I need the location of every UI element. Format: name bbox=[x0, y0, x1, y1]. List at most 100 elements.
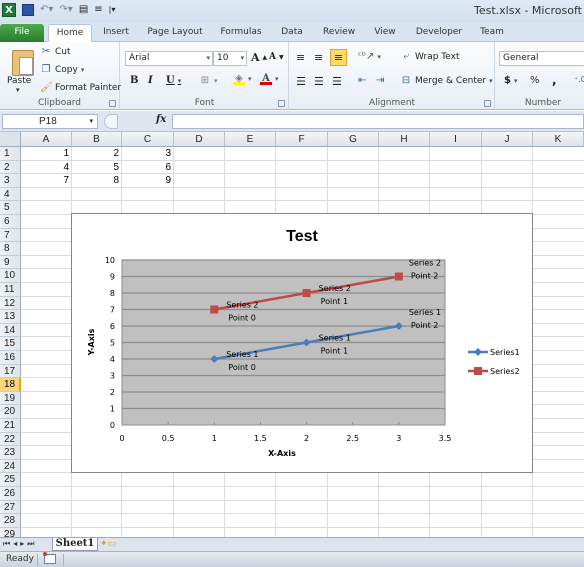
cell-a3[interactable]: 7 bbox=[21, 174, 72, 188]
fill-color-button[interactable]: ◈ ▾ bbox=[233, 73, 252, 85]
comma-button[interactable]: , bbox=[552, 73, 557, 87]
row-header-3[interactable]: 3 bbox=[0, 174, 21, 188]
sheet-tab-sheet1[interactable]: Sheet1 bbox=[52, 538, 98, 551]
formula-input[interactable] bbox=[172, 114, 584, 129]
insert-function-icon[interactable]: fx bbox=[156, 114, 166, 125]
align-center-button[interactable]: ☰ bbox=[314, 75, 324, 88]
italic-button[interactable]: I bbox=[148, 75, 153, 86]
font-size-combo[interactable]: 10 ▾ bbox=[213, 51, 247, 66]
decrease-indent-button[interactable]: ⇤ bbox=[358, 75, 366, 86]
align-lines-icon[interactable]: ≡ bbox=[94, 3, 102, 17]
align-middle-button[interactable]: ≡ bbox=[314, 51, 323, 64]
macro-record-icon[interactable] bbox=[43, 552, 56, 564]
align-left-button[interactable]: ☰ bbox=[296, 75, 306, 88]
column-header-i[interactable]: I bbox=[430, 132, 482, 147]
cell-b2[interactable]: 5 bbox=[72, 161, 122, 175]
tab-file[interactable]: File bbox=[0, 24, 44, 42]
undo-icon[interactable]: ↶▾ bbox=[40, 3, 53, 17]
column-header-a[interactable]: A bbox=[21, 132, 72, 147]
copy-button[interactable]: ❐ Copy ▾ bbox=[40, 64, 85, 76]
increase-indent-button[interactable]: ⇥ bbox=[376, 75, 384, 86]
format-painter-button[interactable]: 🖌 Format Painter bbox=[40, 82, 121, 94]
font-color-button[interactable]: A ▾ bbox=[260, 73, 279, 85]
tab-view[interactable]: View bbox=[368, 24, 402, 42]
row-header-5[interactable]: 5 bbox=[0, 201, 21, 215]
row-header-10[interactable]: 10 bbox=[0, 269, 21, 283]
font-name-combo[interactable]: Arial ▾ bbox=[125, 51, 213, 66]
first-sheet-icon[interactable]: ⏮ bbox=[3, 539, 13, 548]
save-icon[interactable] bbox=[22, 4, 34, 16]
align-right-button[interactable]: ☰ bbox=[332, 75, 342, 88]
row-header-4[interactable]: 4 bbox=[0, 187, 21, 202]
merge-center-button[interactable]: ⊟ Merge & Center ▾ bbox=[400, 75, 493, 87]
row-header-22[interactable]: 22 bbox=[0, 432, 21, 447]
row-header-1[interactable]: 1 bbox=[0, 147, 21, 161]
row-header-17[interactable]: 17 bbox=[0, 364, 21, 379]
percent-button[interactable]: % bbox=[530, 75, 540, 86]
shrink-font-button[interactable]: A ▼ bbox=[269, 52, 284, 62]
sheet-nav-buttons[interactable]: ⏮◂▸⏭ bbox=[3, 539, 37, 549]
cell-a1[interactable]: 1 bbox=[21, 147, 72, 161]
row-header-29[interactable]: 29 bbox=[0, 527, 21, 537]
currency-button[interactable]: $ ▾ bbox=[504, 75, 517, 86]
row-header-26[interactable]: 26 bbox=[0, 487, 21, 501]
number-format-combo[interactable]: General bbox=[499, 51, 584, 66]
customize-qat-icon[interactable]: |▾ bbox=[109, 3, 116, 17]
column-header-j[interactable]: J bbox=[482, 132, 533, 147]
align-bottom-button[interactable]: ≡ bbox=[330, 49, 347, 66]
row-header-11[interactable]: 11 bbox=[0, 283, 21, 297]
row-header-14[interactable]: 14 bbox=[0, 323, 21, 338]
font-dialog-launcher[interactable] bbox=[278, 100, 285, 107]
row-header-2[interactable]: 2 bbox=[0, 160, 21, 175]
bold-button[interactable]: B bbox=[130, 75, 138, 86]
cell-a2[interactable]: 4 bbox=[21, 161, 72, 175]
grow-font-button[interactable]: A ▲ bbox=[251, 51, 267, 64]
underline-button[interactable]: U ▾ bbox=[166, 75, 181, 86]
redo-icon[interactable]: ↷▾ bbox=[59, 3, 72, 17]
column-header-e[interactable]: E bbox=[225, 132, 276, 147]
column-header-d[interactable]: D bbox=[174, 132, 225, 147]
tab-home[interactable]: Home bbox=[48, 24, 92, 43]
row-header-28[interactable]: 28 bbox=[0, 514, 21, 528]
column-header-f[interactable]: F bbox=[276, 132, 328, 147]
chart[interactable]: Test 0 1 2 3 4 5 6 7 8 9 10 0 0.5 1 1.5 2 2.5 3 3.5 Series … bbox=[71, 213, 533, 473]
column-header-g[interactable]: G bbox=[328, 132, 379, 147]
last-sheet-icon[interactable]: ⏭ bbox=[27, 539, 37, 548]
row-header-7[interactable]: 7 bbox=[0, 228, 21, 243]
tab-formulas[interactable]: Formulas bbox=[214, 24, 268, 42]
cell-c1[interactable]: 3 bbox=[122, 147, 174, 161]
row-header-21[interactable]: 21 bbox=[0, 419, 21, 433]
worksheet-grid[interactable]: A B C D E F G H I J K 1 2 3 4 5 6 7 8 9 10 11 12 13 14 15 16 17 18 19… bbox=[0, 132, 584, 537]
tab-team[interactable]: Team bbox=[474, 24, 510, 42]
borders-button[interactable]: ⊞ ▾ bbox=[199, 75, 218, 87]
align-top-button[interactable]: ≡ bbox=[296, 51, 305, 64]
name-box[interactable]: P18 ▾ bbox=[2, 114, 98, 129]
tab-data[interactable]: Data bbox=[274, 24, 310, 42]
row-header-12[interactable]: 12 bbox=[0, 296, 21, 311]
row-header-8[interactable]: 8 bbox=[0, 242, 21, 256]
row-header-16[interactable]: 16 bbox=[0, 351, 21, 365]
clipboard-dialog-launcher[interactable] bbox=[109, 100, 116, 107]
select-all-button[interactable] bbox=[0, 132, 21, 147]
fit-columns-icon[interactable]: ▤ bbox=[79, 3, 88, 17]
tab-page-layout[interactable]: Page Layout bbox=[142, 24, 208, 42]
cell-b1[interactable]: 2 bbox=[72, 147, 122, 161]
row-header-13[interactable]: 13 bbox=[0, 310, 21, 324]
row-header-19[interactable]: 19 bbox=[0, 391, 21, 406]
excel-logo-icon[interactable]: X bbox=[2, 3, 16, 17]
row-header-20[interactable]: 20 bbox=[0, 405, 21, 419]
orientation-button[interactable]: ᶜᵇ↗ ▾ bbox=[358, 51, 381, 62]
increase-decimal-button[interactable]: ⁺.0 bbox=[574, 75, 584, 84]
wrap-text-button[interactable]: ⤶ Wrap Text bbox=[400, 51, 459, 63]
row-header-15[interactable]: 15 bbox=[0, 337, 21, 351]
row-header-6[interactable]: 6 bbox=[0, 215, 21, 229]
cut-button[interactable]: ✂ Cut bbox=[40, 46, 71, 58]
paste-button[interactable]: Paste ▾ bbox=[2, 44, 36, 96]
row-header-23[interactable]: 23 bbox=[0, 446, 21, 460]
column-header-b[interactable]: B bbox=[72, 132, 122, 147]
alignment-dialog-launcher[interactable] bbox=[484, 100, 491, 107]
cell-c2[interactable]: 6 bbox=[122, 161, 174, 175]
formula-bar-expand-handle[interactable] bbox=[104, 114, 118, 129]
tab-insert[interactable]: Insert bbox=[96, 24, 136, 42]
cell-c3[interactable]: 9 bbox=[122, 174, 174, 188]
